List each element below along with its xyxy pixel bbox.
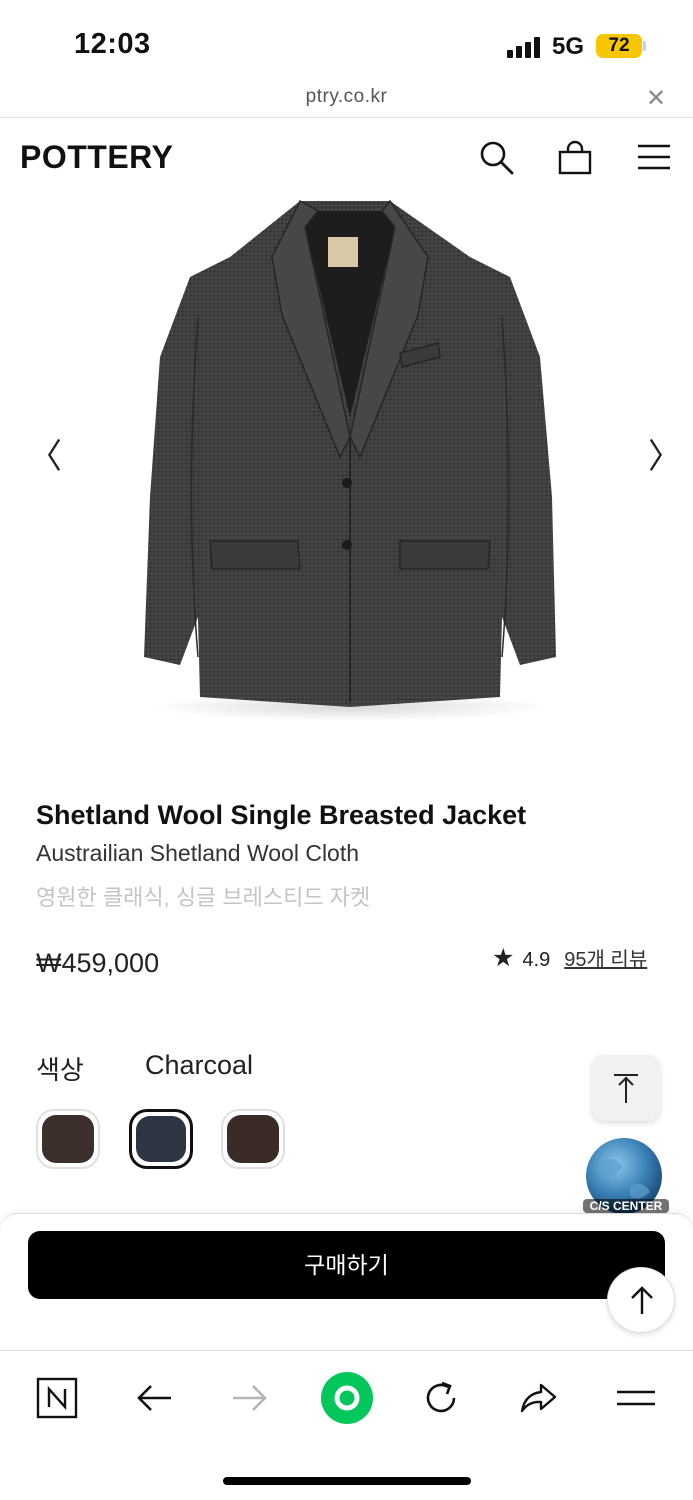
search-icon[interactable] — [478, 139, 514, 175]
reviews-link[interactable]: 95개 리뷰 — [564, 949, 647, 971]
url-bar[interactable]: ptry.co.kr ✕ — [0, 80, 693, 118]
color-value: Charcoal — [145, 1050, 254, 1080]
site-logo[interactable]: POTTERY — [20, 139, 173, 176]
color-swatch-dark-brown[interactable] — [221, 1109, 285, 1169]
color-swatch-charcoal[interactable] — [129, 1109, 193, 1169]
status-time: 12:03 — [74, 28, 151, 60]
forward-icon[interactable] — [229, 1377, 271, 1419]
product-gallery[interactable]: 〈 〉 — [0, 197, 693, 757]
star-icon: ★ — [492, 944, 515, 972]
swatch-fill — [136, 1116, 186, 1162]
swatch-fill — [227, 1115, 279, 1163]
close-icon[interactable]: ✕ — [646, 84, 666, 113]
menu-icon[interactable] — [636, 139, 672, 175]
share-icon[interactable] — [517, 1377, 559, 1419]
naver-icon[interactable] — [36, 1377, 78, 1419]
network-label: 5G — [552, 33, 585, 60]
product-description: 영원한 클래식, 싱글 브레스티드 자켓 — [36, 885, 371, 910]
scroll-to-top-button[interactable] — [592, 1055, 660, 1121]
battery-icon: 72 — [596, 34, 642, 58]
product-image — [144, 199, 556, 721]
rating-score: 4.9 — [522, 949, 551, 971]
url-text[interactable]: ptry.co.kr — [0, 86, 693, 108]
menu-icon[interactable] — [615, 1377, 657, 1419]
back-icon[interactable] — [133, 1377, 175, 1419]
color-swatch-brown[interactable] — [36, 1109, 100, 1169]
color-label: 색상 — [36, 1055, 84, 1085]
product-title: Shetland Wool Single Breasted Jacket — [36, 800, 527, 830]
cs-center-label[interactable]: C/S CENTER — [583, 1199, 669, 1213]
swatch-fill — [42, 1115, 94, 1163]
site-header: POTTERY — [0, 119, 693, 197]
arrow-to-top-icon — [614, 1074, 638, 1103]
status-bar: 12:03 5G 72 — [0, 0, 693, 80]
signal-icon — [507, 36, 543, 58]
product-subtitle: Austrailian Shetland Wool Cloth — [36, 840, 360, 866]
scroll-up-button[interactable] — [607, 1267, 675, 1333]
home-indicator[interactable] — [223, 1477, 471, 1485]
next-image-button[interactable]: 〉 — [648, 429, 682, 478]
product-rating: ★ 4.9 95개 리뷰 — [492, 943, 647, 973]
prev-image-button[interactable]: 〈 — [28, 429, 62, 478]
product-price: ₩459,000 — [36, 948, 160, 978]
battery-nub — [643, 41, 646, 51]
green-dot-icon[interactable] — [320, 1371, 374, 1425]
buy-button[interactable]: 구매하기 — [28, 1231, 665, 1299]
reload-icon[interactable] — [420, 1377, 462, 1419]
shopping-bag-icon[interactable] — [557, 139, 593, 175]
arrow-up-icon — [631, 1286, 653, 1314]
